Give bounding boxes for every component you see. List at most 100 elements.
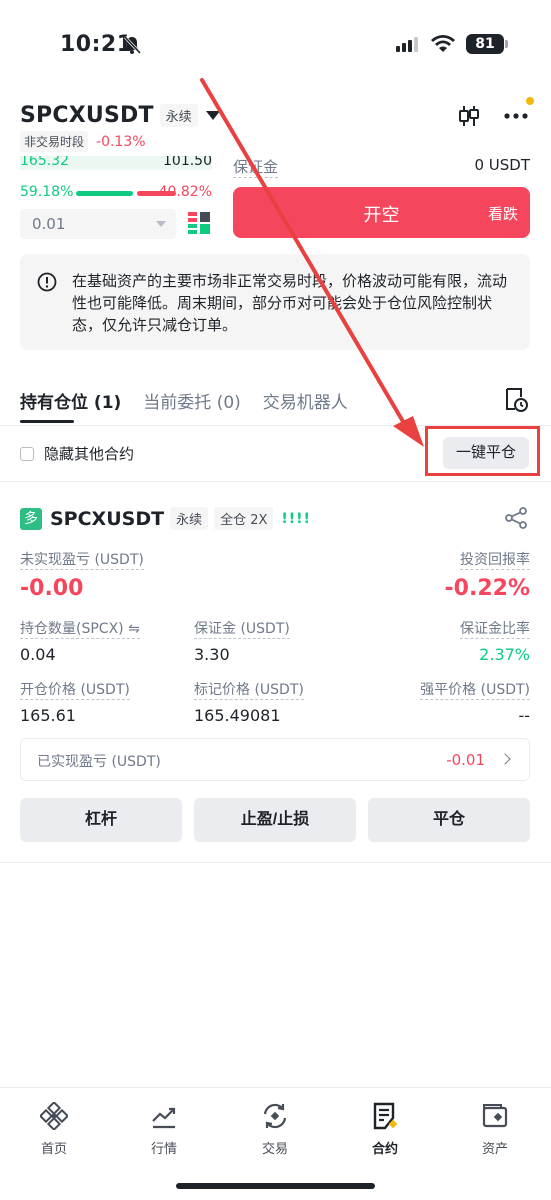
tab-open-orders-label: 当前委托 [143,393,212,413]
share-icon[interactable] [504,506,528,530]
chart-icon [152,1107,176,1129]
roi-label: 投资回报率 [460,549,530,570]
mark-price-label: 标记价格 (USDT) [194,679,304,700]
unrealized-pnl-label: 未实现盈亏 (USDT) [20,549,144,570]
home-indicator [176,1183,375,1189]
close-position-button[interactable]: 平仓 [368,798,530,842]
bell-muted-icon [123,35,142,55]
realized-pnl-label: 已实现盈亏 (USDT) [37,754,161,770]
position-margin-value: 3.30 [194,645,230,664]
nav-markets-label: 行情 [150,1142,177,1157]
nav-home-label: 首页 [40,1142,67,1157]
position-symbol: SPCXUSDT [50,507,165,530]
cellular-signal-icon [396,37,418,52]
open-short-label: 开空 [363,205,400,225]
order-book-layout-icon[interactable] [188,212,210,234]
open-short-button[interactable]: 开空 看跌 [233,187,530,238]
notification-dot [526,97,534,105]
long-badge: 多 [20,507,42,530]
liquidation-price: 强平价格 (USDT) -- [420,679,530,725]
entry-price: 开仓价格 (USDT) 165.61 [20,679,130,725]
tp-sl-button[interactable]: 止盈/止损 [194,798,356,842]
nav-trade-label: 交易 [261,1142,288,1157]
wifi-icon [431,35,455,52]
chevron-right-icon [499,753,511,765]
list-divider [0,481,551,482]
symbol-selector[interactable]: SPCXUSDT 永续 [20,103,220,128]
entry-price-value: 165.61 [20,706,76,725]
tabs-divider [0,425,551,426]
contract-tag: 永续 [159,104,198,127]
status-bar: 10:21 81 [0,0,551,90]
tab-positions[interactable]: 持有仓位 (1) [20,388,121,413]
position-margin-label: 保证金 (USDT) [194,618,290,639]
card-divider [0,862,551,863]
precision-select[interactable]: 0.01 [20,209,176,239]
nav-trade[interactable]: 交易 [240,1100,310,1157]
mark-price-value: 165.49081 [194,706,281,725]
mark-price: 标记价格 (USDT) 165.49081 [194,679,304,725]
buy-ratio-bar [76,191,133,196]
margin-ratio-label: 保证金比率 [460,618,530,639]
realized-pnl-row[interactable]: 已实现盈亏 (USDT) -0.01 [20,738,530,781]
position-size-value: 0.04 [20,645,56,664]
tab-open-orders[interactable]: 当前委托 (0) [143,388,241,413]
buy-sell-ratio: 59.18% 40.82% [20,184,212,202]
position-header: 多 SPCXUSDT 永续 全仓 2X !!!! [20,507,311,530]
sell-ratio: 40.82% [158,184,212,200]
roi-value: -0.22% [444,576,530,601]
hide-other-contracts[interactable]: 隐藏其他合约 [20,443,134,464]
notice-text: 在基础资产的主要市场非正常交易时段，价格波动可能有限，流动性也可能降低。周末期间… [72,272,508,334]
session-row: 非交易时段 -0.13% [20,131,146,152]
more-options-icon[interactable] [504,108,528,124]
nav-assets[interactable]: 资产 [460,1100,530,1157]
order-book-amount: 101.50 [163,156,212,169]
realized-pnl-value: -0.01 [446,751,485,769]
symbol-title: SPCXUSDT [20,103,154,128]
trading-hours-notice: 在基础资产的主要市场非正常交易时段，价格波动可能有限，流动性也可能降低。周末期间… [20,254,530,350]
nav-markets[interactable]: 行情 [129,1100,199,1157]
nav-futures[interactable]: 合约 [350,1100,420,1157]
chevron-down-icon [205,111,220,120]
liquidation-price-label: 强平价格 (USDT) [420,679,530,700]
position-contract-tag: 永续 [170,507,209,530]
hide-other-checkbox[interactable] [20,446,34,461]
tab-positions-count: (1) [93,393,122,413]
close-all-button[interactable]: 一键平仓 [443,437,529,469]
price-change: -0.13% [96,133,146,150]
binance-logo-icon [40,1102,68,1130]
nav-futures-label: 合约 [371,1142,398,1157]
battery-indicator: 81 [466,34,504,54]
tab-trading-bots[interactable]: 交易机器人 [263,388,348,413]
position-size-label-text: 持仓数量(SPCX) [20,621,124,637]
wallet-icon [482,1104,508,1128]
order-history-icon[interactable] [505,387,529,413]
order-book-price: 165.32 [20,156,69,169]
roi: 投资回报率 -0.22% [445,549,530,601]
candlestick-chart-icon[interactable] [457,104,481,128]
margin-value: 0 USDT [474,156,530,174]
position-leverage-tag: 全仓 2X [214,507,274,530]
adl-indicator: !!!! [281,510,311,527]
bearish-label: 看跌 [487,206,518,223]
trade-icon [263,1103,287,1129]
entry-price-label: 开仓价格 (USDT) [20,679,130,700]
order-book-row[interactable]: 165.32 101.50 [20,156,212,170]
buy-ratio: 59.18% [20,184,74,200]
nav-assets-label: 资产 [481,1142,508,1157]
position-tabs: 持有仓位 (1) 当前委托 (0) 交易机器人 [20,388,370,413]
unrealized-pnl-value: -0.00 [20,576,84,601]
info-icon [37,272,57,292]
hide-other-label: 隐藏其他合约 [44,445,135,463]
futures-icon [373,1102,398,1130]
margin-ratio-value: 2.37% [479,645,530,664]
margin-ratio: 保证金比率 2.37% [460,618,530,664]
tab-positions-label: 持有仓位 [20,393,88,413]
leverage-button[interactable]: 杠杆 [20,798,182,842]
session-tag: 非交易时段 [20,131,89,152]
nav-home[interactable]: 首页 [19,1100,89,1157]
position-size-label[interactable]: 持仓数量(SPCX) ⇋ [20,618,140,639]
battery-tip [505,40,508,48]
active-tab-indicator [20,420,74,423]
tab-open-orders-count: (0) [216,393,241,413]
